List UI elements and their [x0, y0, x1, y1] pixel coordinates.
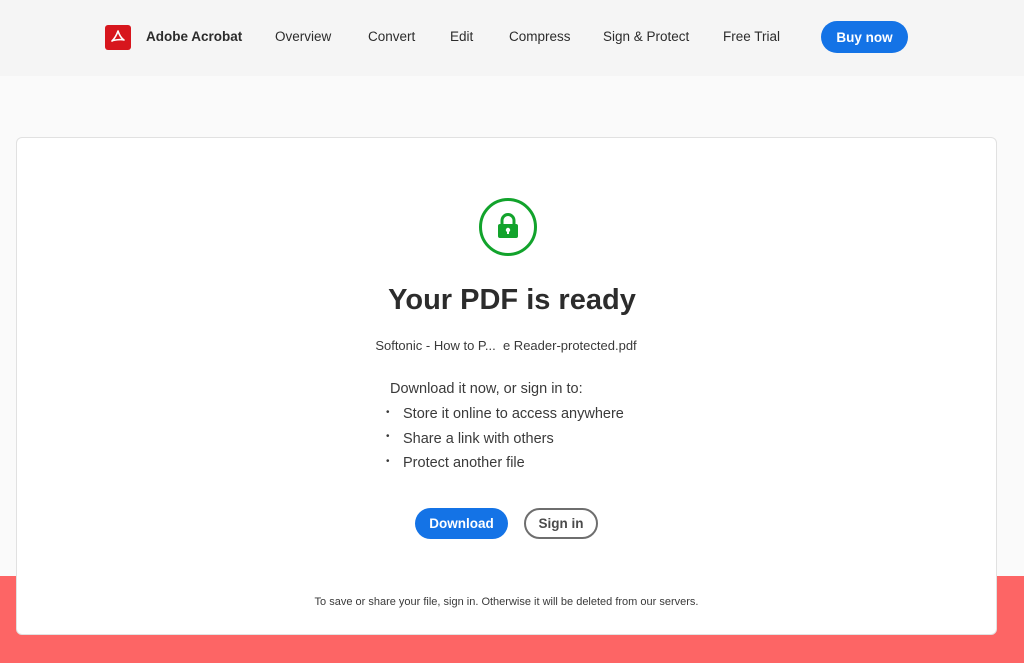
download-button[interactable]: Download	[415, 508, 508, 539]
list-item: • Protect another file	[386, 455, 624, 480]
top-nav-bar: Adobe Acrobat Overview Convert Edit Comp…	[0, 0, 1024, 76]
bullet-icon: •	[386, 406, 390, 418]
lock-icon	[479, 198, 537, 256]
bullet-icon: •	[386, 455, 390, 467]
buy-now-button[interactable]: Buy now	[821, 21, 908, 53]
nav-compress[interactable]: Compress	[509, 29, 571, 44]
brand-name[interactable]: Adobe Acrobat	[146, 29, 242, 44]
file-name: Softonic - How to P... e Reader-protecte…	[375, 338, 637, 353]
nav-convert[interactable]: Convert	[368, 29, 415, 44]
list-item-label: Store it online to access anywhere	[403, 406, 624, 422]
bullet-icon: •	[386, 431, 390, 443]
acrobat-logo-icon[interactable]	[105, 25, 131, 50]
page-title: Your PDF is ready	[388, 284, 636, 316]
list-item: • Store it online to access anywhere	[386, 406, 624, 431]
nav-free-trial[interactable]: Free Trial	[723, 29, 780, 44]
list-item: • Share a link with others	[386, 431, 624, 456]
benefits-list: • Store it online to access anywhere • Sha…	[386, 406, 624, 480]
list-item-label: Protect another file	[403, 455, 525, 471]
sign-in-button[interactable]: Sign in	[524, 508, 598, 539]
signin-intro-text: Download it now, or sign in to:	[390, 381, 583, 397]
nav-sign-protect[interactable]: Sign & Protect	[603, 29, 689, 44]
nav-edit[interactable]: Edit	[450, 29, 473, 44]
list-item-label: Share a link with others	[403, 430, 554, 447]
deletion-notice: To save or share your file, sign in. Oth…	[314, 596, 699, 608]
nav-overview[interactable]: Overview	[275, 29, 331, 44]
